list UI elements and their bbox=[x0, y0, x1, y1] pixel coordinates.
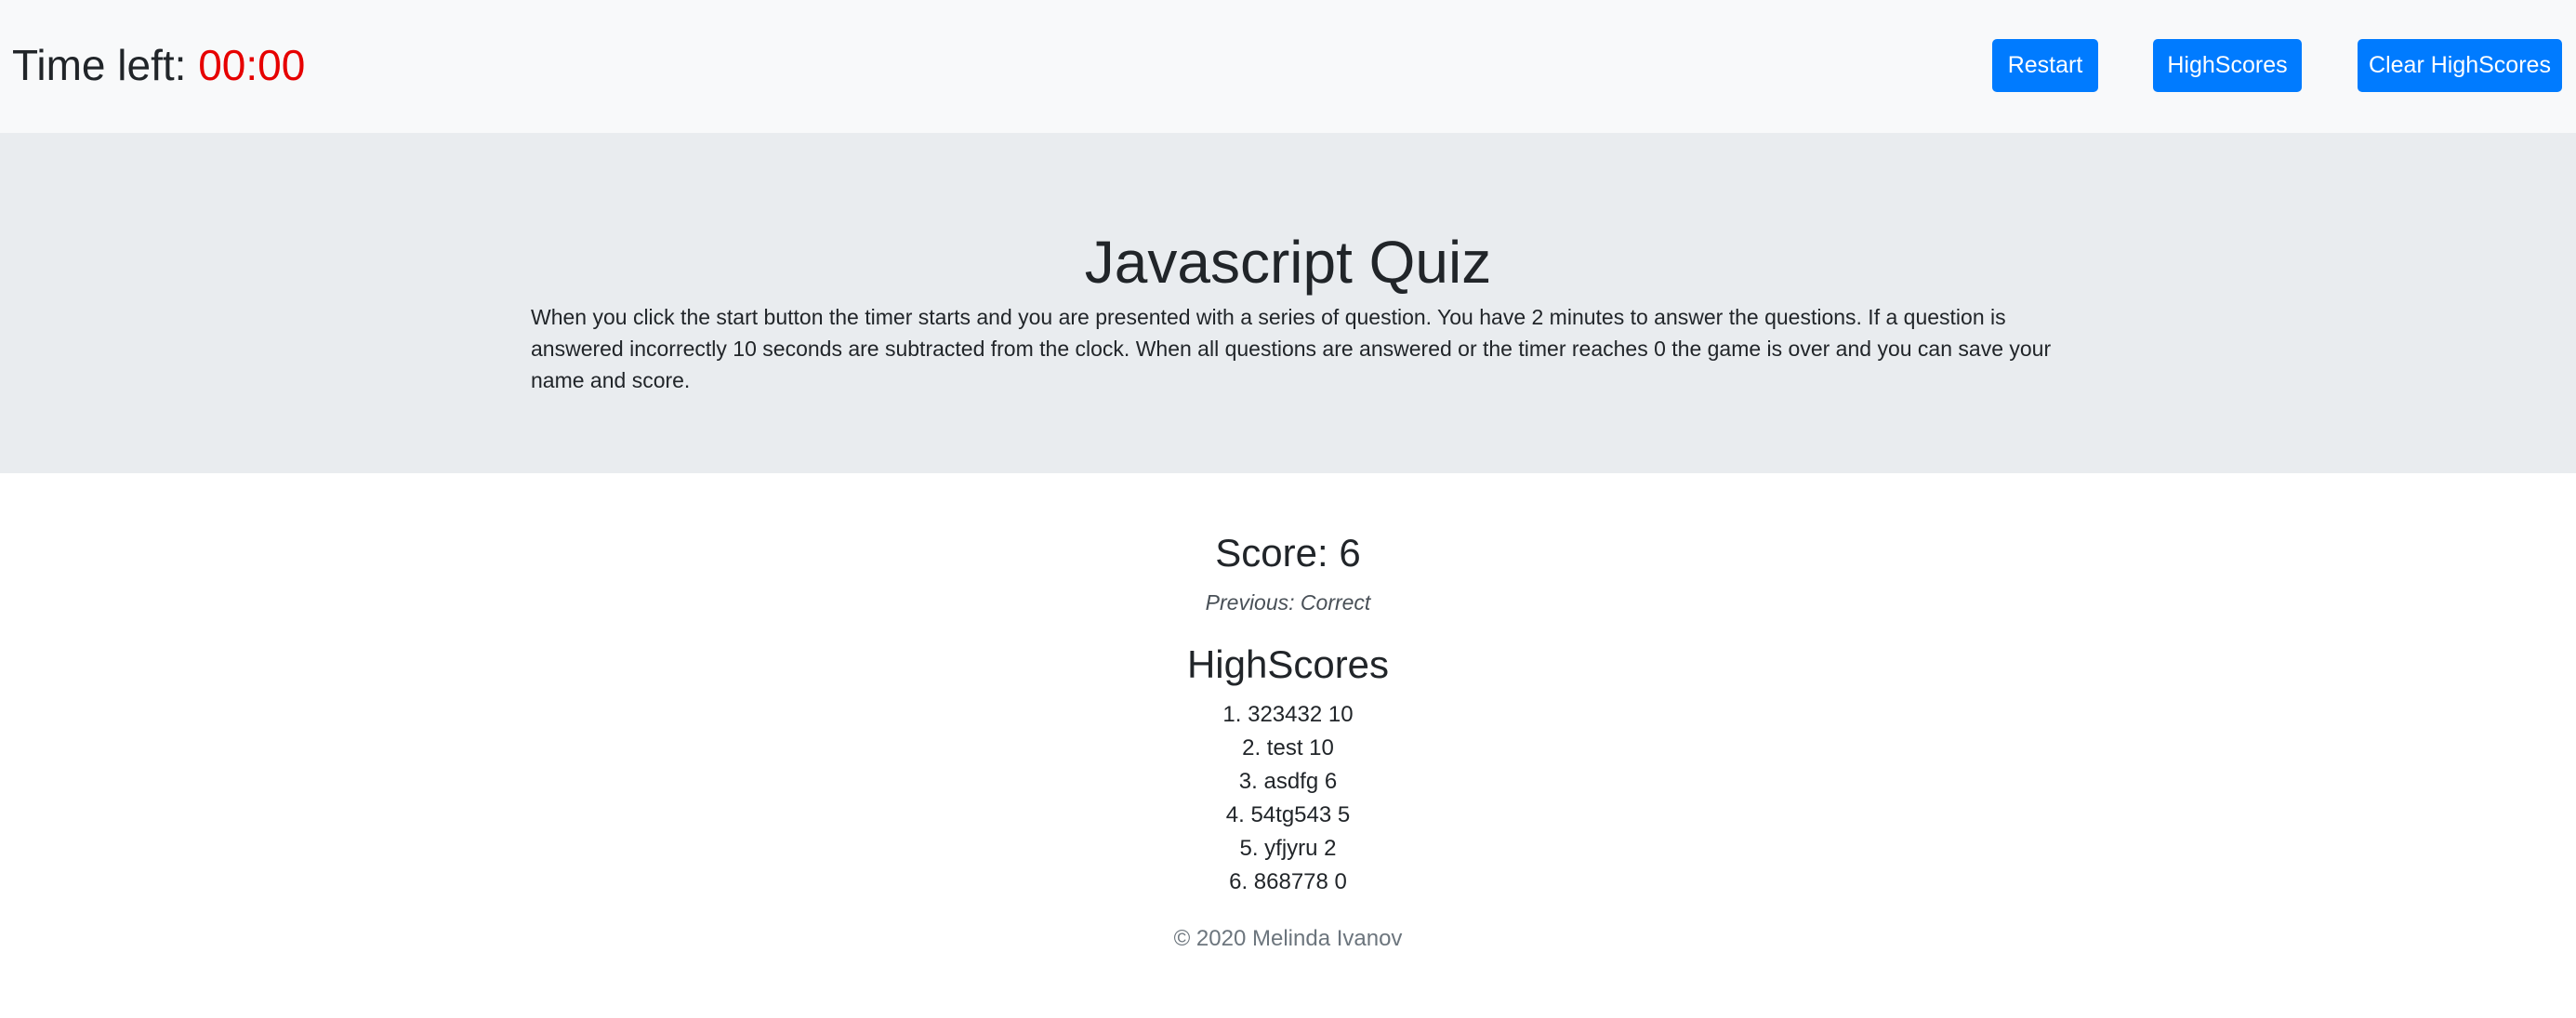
highscore-item: 5. yfjyru 2 bbox=[1239, 836, 1337, 861]
highscore-item: 6. 868778 0 bbox=[1229, 869, 1347, 894]
highscore-item: 4. 54tg543 5 bbox=[1225, 802, 1351, 827]
page-title: Javascript Quiz bbox=[1084, 229, 1492, 296]
highscore-item: 1. 323432 10 bbox=[1222, 702, 1354, 727]
quiz-description: When you click the start button the time… bbox=[531, 305, 2052, 392]
restart-button[interactable]: Restart bbox=[1992, 39, 2098, 92]
intro-jumbotron: Javascript Quiz When you click the start… bbox=[0, 133, 2576, 473]
highscores-heading: HighScores bbox=[1186, 642, 1390, 686]
highscores-button[interactable]: HighScores bbox=[2153, 39, 2302, 92]
footer-copyright: © 2020 Melinda Ivanov bbox=[1173, 926, 1403, 951]
highscore-item: 2. test 10 bbox=[1242, 735, 1334, 760]
timer-display: Time left: 00:00 bbox=[12, 37, 305, 93]
timer-value: 00:00 bbox=[198, 41, 306, 89]
highscore-item: 3. asdfg 6 bbox=[1238, 769, 1338, 794]
previous-answer-status: Previous: Correct bbox=[1205, 590, 1371, 615]
clear-highscores-button[interactable]: Clear HighScores bbox=[2358, 39, 2562, 92]
highscores-list: 1. 323432 10 2. test 10 3. asdfg 6 4. 54… bbox=[0, 698, 2576, 899]
timer-label: Time left: bbox=[12, 41, 187, 89]
navbar: Time left: 00:00 Restart HighScores Clea… bbox=[0, 0, 2576, 133]
score-heading: Score: 6 bbox=[1215, 531, 1361, 575]
